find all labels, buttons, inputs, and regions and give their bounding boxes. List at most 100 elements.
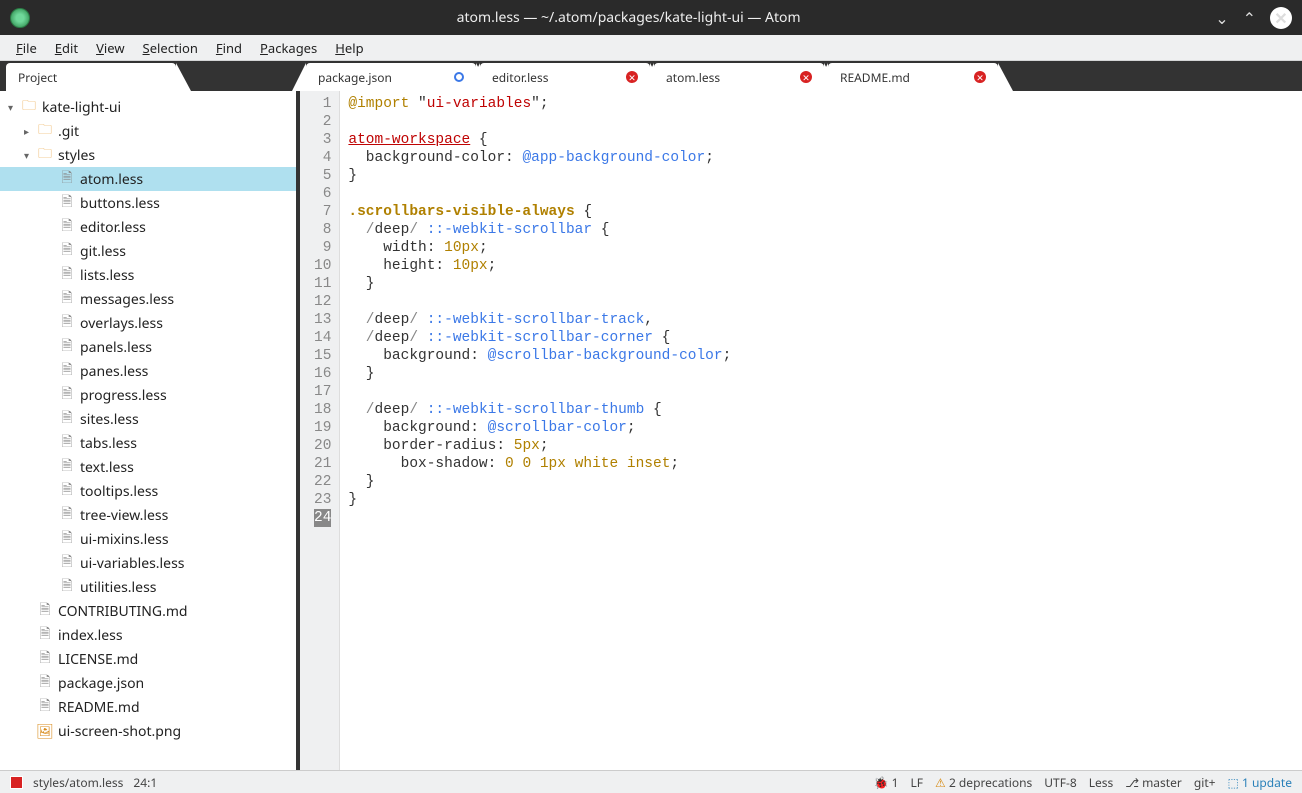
code-line[interactable]: } (348, 167, 731, 185)
tree-file-tooltips-less[interactable]: 🗎tooltips.less (0, 479, 296, 503)
code-line[interactable]: /deep/ ::-webkit-scrollbar-thumb { (348, 401, 731, 419)
code-line[interactable] (348, 185, 731, 203)
tab-close-icon[interactable] (454, 72, 464, 82)
tree-file-editor-less[interactable]: 🗎editor.less (0, 215, 296, 239)
tree-file-panes-less[interactable]: 🗎panes.less (0, 359, 296, 383)
tree-file-ui-variables-less[interactable]: 🗎ui-variables.less (0, 551, 296, 575)
code-line[interactable]: background: @scrollbar-color; (348, 419, 731, 437)
status-indicator-icon[interactable] (10, 776, 23, 789)
tree-item-label: CONTRIBUTING.md (58, 602, 188, 621)
code-line[interactable] (348, 509, 731, 527)
code-line[interactable] (348, 293, 731, 311)
tree-item-label: buttons.less (80, 194, 160, 213)
line-number: 11 (314, 275, 331, 293)
sidebar-tabbar: Project (0, 61, 296, 91)
tree-file-tree-view-less[interactable]: 🗎tree-view.less (0, 503, 296, 527)
code-line[interactable]: height: 10px; (348, 257, 731, 275)
tree-file-ui-mixins-less[interactable]: 🗎ui-mixins.less (0, 527, 296, 551)
file-icon: 🗎 (58, 407, 76, 431)
status-git[interactable]: git+ (1194, 774, 1216, 791)
code-line[interactable] (348, 383, 731, 401)
code-line[interactable]: /deep/ ::-webkit-scrollbar-track, (348, 311, 731, 329)
tab-close-icon[interactable]: ✕ (800, 71, 812, 83)
code-line[interactable]: @import "ui-variables"; (348, 95, 731, 113)
code-line[interactable]: box-shadow: 0 0 1px white inset; (348, 455, 731, 473)
tab-close-icon[interactable]: ✕ (974, 71, 986, 83)
tree-item-label: sites.less (80, 410, 139, 429)
tree-file-messages-less[interactable]: 🗎messages.less (0, 287, 296, 311)
file-tree[interactable]: ▾🗀kate-light-ui▸🗀.git▾🗀styles🗎atom.less🗎… (0, 91, 296, 770)
code-line[interactable]: /deep/ ::-webkit-scrollbar-corner { (348, 329, 731, 347)
editor-tab-atom-less[interactable]: atom.less ✕ (654, 63, 824, 91)
tree-file-sites-less[interactable]: 🗎sites.less (0, 407, 296, 431)
code-line[interactable] (348, 113, 731, 131)
sidebar-tab-project[interactable]: Project (6, 63, 176, 91)
menu-find[interactable]: Find (208, 37, 250, 59)
tab-label: atom.less (666, 69, 792, 86)
status-lf[interactable]: LF (911, 774, 924, 791)
maximize-icon[interactable]: ⌃ (1243, 7, 1256, 29)
menu-file[interactable]: File (8, 37, 45, 59)
status-bug[interactable]: 🐞 1 (874, 774, 899, 791)
line-number: 9 (314, 239, 331, 257)
code-line[interactable]: atom-workspace { (348, 131, 731, 149)
tab-close-icon[interactable]: ✕ (626, 71, 638, 83)
file-icon: 🗎 (58, 527, 76, 551)
tree-file-LICENSE-md[interactable]: 🗎LICENSE.md (0, 647, 296, 671)
code-line[interactable]: /deep/ ::-webkit-scrollbar { (348, 221, 731, 239)
code-line[interactable]: } (348, 473, 731, 491)
menu-edit[interactable]: Edit (47, 37, 86, 59)
tree-folder-styles[interactable]: ▾🗀styles (0, 143, 296, 167)
code-line[interactable]: width: 10px; (348, 239, 731, 257)
code-line[interactable]: background-color: @app-background-color; (348, 149, 731, 167)
tree-file-CONTRIBUTING-md[interactable]: 🗎CONTRIBUTING.md (0, 599, 296, 623)
menubar: FileEditViewSelectionFindPackagesHelp (0, 35, 1302, 61)
menu-help[interactable]: Help (327, 37, 371, 59)
code-line[interactable]: } (348, 275, 731, 293)
tree-file-index-less[interactable]: 🗎index.less (0, 623, 296, 647)
status-branch[interactable]: master (1125, 774, 1182, 791)
tree-file-package-json[interactable]: 🗎package.json (0, 671, 296, 695)
tree-file-atom-less[interactable]: 🗎atom.less (0, 167, 296, 191)
tree-file-utilities-less[interactable]: 🗎utilities.less (0, 575, 296, 599)
menu-packages[interactable]: Packages (252, 37, 325, 59)
status-update[interactable]: ⬚ 1 update (1228, 774, 1292, 791)
code-line[interactable]: .scrollbars-visible-always { (348, 203, 731, 221)
tree-file-overlays-less[interactable]: 🗎overlays.less (0, 311, 296, 335)
minimize-icon[interactable]: ⌄ (1215, 7, 1228, 29)
tree-file-progress-less[interactable]: 🗎progress.less (0, 383, 296, 407)
tree-file-README-md[interactable]: 🗎README.md (0, 695, 296, 719)
editor-tab-package-json[interactable]: package.json (306, 63, 476, 91)
tree-item-label: utilities.less (80, 578, 156, 597)
editor-tab-editor-less[interactable]: editor.less✕ (480, 63, 650, 91)
tree-item-label: lists.less (80, 266, 134, 285)
code-editor[interactable]: 123456789101112131415161718192021222324 … (300, 91, 1302, 770)
tree-file-ui-screen-shot-png[interactable]: 🖼ui-screen-shot.png (0, 719, 296, 743)
menu-view[interactable]: View (88, 37, 132, 59)
line-number: 17 (314, 383, 331, 401)
status-deprecations[interactable]: ⚠ 2 deprecations (935, 774, 1032, 791)
tree-file-buttons-less[interactable]: 🗎buttons.less (0, 191, 296, 215)
code-line[interactable]: } (348, 365, 731, 383)
editor-tab-README-md[interactable]: README.md✕ (828, 63, 998, 91)
tree-file-text-less[interactable]: 🗎text.less (0, 455, 296, 479)
tree-file-tabs-less[interactable]: 🗎tabs.less (0, 431, 296, 455)
close-icon[interactable]: ✕ (1270, 7, 1292, 29)
tree-root[interactable]: ▾🗀kate-light-ui (0, 95, 296, 119)
code-line[interactable]: border-radius: 5px; (348, 437, 731, 455)
menu-selection[interactable]: Selection (135, 37, 206, 59)
code-content[interactable]: @import "ui-variables"; atom-workspace {… (340, 91, 731, 770)
tree-item-label: panes.less (80, 362, 148, 381)
status-encoding[interactable]: UTF-8 (1044, 774, 1076, 791)
status-language[interactable]: Less (1089, 774, 1114, 791)
tree-file-lists-less[interactable]: 🗎lists.less (0, 263, 296, 287)
tree-item-label: ui-mixins.less (80, 530, 169, 549)
tree-folder-git[interactable]: ▸🗀.git (0, 119, 296, 143)
tree-item-label: .git (58, 122, 79, 141)
tree-file-panels-less[interactable]: 🗎panels.less (0, 335, 296, 359)
tree-item-label: progress.less (80, 386, 167, 405)
tree-file-git-less[interactable]: 🗎git.less (0, 239, 296, 263)
code-line[interactable]: background: @scrollbar-background-color; (348, 347, 731, 365)
file-icon: 🗎 (58, 455, 76, 479)
code-line[interactable]: } (348, 491, 731, 509)
